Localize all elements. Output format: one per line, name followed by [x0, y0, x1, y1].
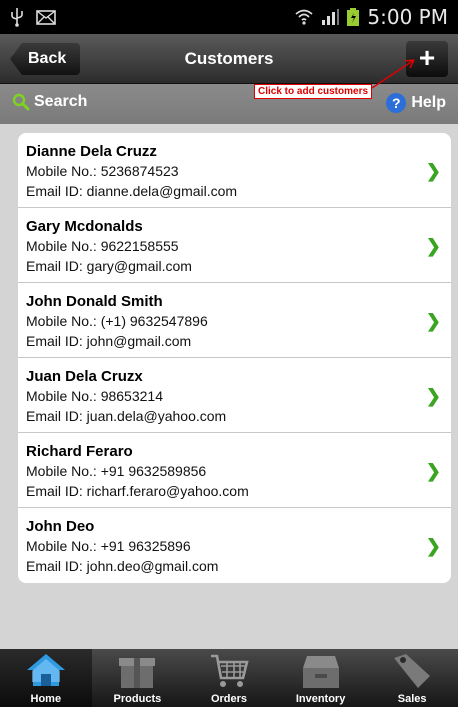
customer-email: Email ID: john.deo@gmail.com	[26, 558, 219, 574]
customer-row[interactable]: John Donald Smith Mobile No.: (+1) 96325…	[18, 283, 451, 358]
wifi-icon	[295, 9, 313, 25]
annotation-arrow	[371, 59, 415, 89]
tab-home[interactable]: Home	[0, 649, 92, 707]
search-label: Search	[34, 93, 88, 110]
customer-mobile: Mobile No.: (+1) 9632547896	[26, 313, 208, 329]
tab-sales[interactable]: Sales	[366, 649, 458, 707]
customer-row[interactable]: Gary Mcdonalds Mobile No.: 9622158555 Em…	[18, 208, 451, 283]
help-label: Help	[411, 94, 446, 111]
bottom-tab-bar: Home Products Orders Inventory Sales	[0, 649, 458, 707]
customer-email: Email ID: gary@gmail.com	[26, 258, 192, 274]
tab-products[interactable]: Products	[92, 649, 184, 707]
tab-orders[interactable]: Orders	[183, 649, 275, 707]
products-icon	[115, 651, 159, 691]
home-icon	[24, 651, 68, 691]
chevron-right-icon: ❯	[425, 386, 441, 406]
status-bar: 5:00 PM	[0, 0, 458, 34]
customer-row[interactable]: Dianne Dela Cruzz Mobile No.: 5236874523…	[18, 133, 451, 208]
usb-icon	[11, 8, 23, 27]
customer-mobile: Mobile No.: +91 96325896	[26, 538, 191, 554]
customer-email: Email ID: dianne.dela@gmail.com	[26, 183, 238, 199]
customer-list: Dianne Dela Cruzz Mobile No.: 5236874523…	[18, 133, 451, 583]
status-time: 5:00 PM	[367, 5, 448, 29]
tab-label: Orders	[210, 693, 248, 705]
chevron-right-icon: ❯	[425, 236, 441, 256]
customer-mobile: Mobile No.: 5236874523	[26, 163, 179, 179]
customer-name: Richard Feraro	[26, 443, 133, 460]
search-icon	[12, 93, 30, 111]
tag-icon	[390, 651, 434, 691]
tab-label: Home	[30, 693, 62, 705]
tab-label: Sales	[397, 693, 427, 705]
customer-name: Gary Mcdonalds	[26, 218, 143, 235]
customer-email: Email ID: richarf.feraro@yahoo.com	[26, 483, 249, 499]
status-left	[10, 7, 56, 27]
customer-mobile: Mobile No.: +91 9632589856	[26, 463, 207, 479]
customer-mobile: Mobile No.: 9622158555	[26, 238, 179, 254]
chevron-right-icon: ❯	[425, 161, 441, 181]
customer-name: John Donald Smith	[26, 293, 163, 310]
back-button[interactable]: Back	[10, 43, 81, 75]
cart-icon	[207, 651, 251, 691]
signal-icon	[322, 9, 340, 25]
inventory-icon	[299, 651, 343, 691]
tab-label: Inventory	[295, 693, 346, 705]
customer-email: Email ID: john@gmail.com	[26, 333, 192, 349]
battery-icon	[347, 8, 360, 26]
help-icon: ?	[386, 93, 407, 113]
tab-label: Products	[113, 693, 162, 705]
tab-inventory[interactable]: Inventory	[275, 649, 367, 707]
customer-name: Juan Dela Cruzx	[26, 368, 143, 385]
customer-name: John Deo	[26, 518, 95, 535]
customer-name: Dianne Dela Cruzz	[26, 143, 157, 160]
customer-email: Email ID: juan.dela@yahoo.com	[26, 408, 227, 424]
status-right: 5:00 PM	[295, 5, 448, 29]
help-button[interactable]: ? Help	[386, 93, 446, 113]
chevron-right-icon: ❯	[425, 311, 441, 331]
customer-row[interactable]: Richard Feraro Mobile No.: +91 963258985…	[18, 433, 451, 508]
search-button[interactable]: Search	[12, 93, 87, 111]
customer-row[interactable]: John Deo Mobile No.: +91 96325896 Email …	[18, 508, 451, 583]
mail-icon	[36, 9, 56, 25]
annotation-callout: Click to add customers	[254, 84, 373, 99]
customer-mobile: Mobile No.: 98653214	[26, 388, 163, 404]
chevron-right-icon: ❯	[425, 536, 441, 556]
customer-row[interactable]: Juan Dela Cruzx Mobile No.: 98653214 Ema…	[18, 358, 451, 433]
chevron-right-icon: ❯	[425, 461, 441, 481]
